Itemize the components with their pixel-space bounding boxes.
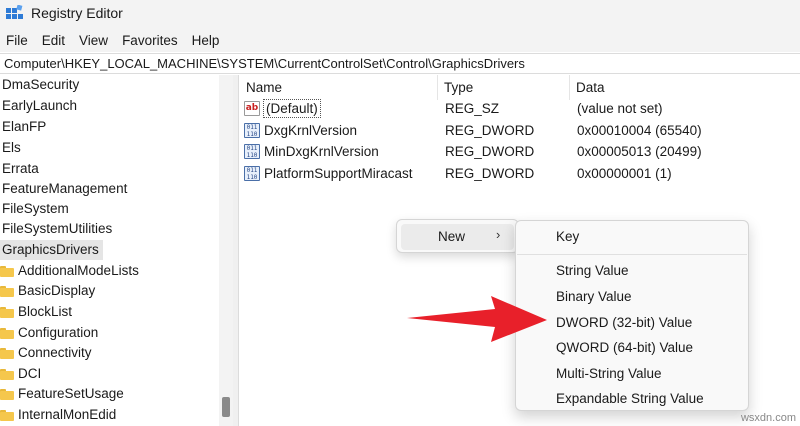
tree-item[interactable]: DmaSecurity [0,75,79,95]
tree-child-label: InternalMonEdid [18,407,117,422]
menu-view[interactable]: View [79,33,116,48]
address-bar[interactable]: Computer\HKEY_LOCAL_MACHINE\SYSTEM\Curre… [0,53,800,74]
tree-item-selected[interactable]: GraphicsDrivers [0,240,103,260]
value-name: DxgKrnlVersion [264,123,358,138]
value-row[interactable]: 011 110 DxgKrnlVersion REG_DWORD 0x00010… [240,120,800,141]
value-name: PlatformSupportMiracast [264,166,413,181]
folder-icon [0,389,14,400]
menu-bar: File Edit View Favorites Help [0,28,800,52]
submenu-item-expandable-string-value[interactable]: Expandable String Value [556,391,704,406]
tree-item[interactable]: FileSystemUtilities [0,219,112,239]
tree-item[interactable]: ElanFP [0,117,46,137]
submenu-item-binary-value[interactable]: Binary Value [556,289,632,304]
tree-item[interactable]: FeatureManagement [0,179,127,199]
folder-icon [0,266,14,277]
tree-child-label: Configuration [18,325,99,340]
tree-child-item[interactable]: BlockList [0,302,72,322]
tree-child-item[interactable]: FeatureSetUsage [0,384,124,404]
value-row[interactable]: ab (Default) REG_SZ (value not set) [240,98,800,119]
tree-child-item[interactable]: BasicDisplay [0,281,95,301]
annotation-arrow-icon [407,296,547,342]
context-menu-new[interactable]: New › [401,224,514,250]
value-data: 0x00010004 (65540) [577,123,702,138]
folder-icon [0,286,14,297]
tree-item[interactable]: EarlyLaunch [0,96,77,116]
chevron-right-icon: › [496,227,501,242]
tree-child-item[interactable]: Connectivity [0,343,92,363]
folder-icon [0,410,14,421]
dword-value-icon: 011 110 [244,144,260,159]
column-header-name[interactable]: Name [240,75,438,100]
tree-scrollbar[interactable] [219,75,233,426]
submenu-separator [517,254,747,255]
context-menu: New › [396,219,519,253]
tree-child-item[interactable]: AdditionalModeLists [0,261,139,281]
tree-child-item[interactable]: InternalMonEdid [0,405,116,425]
tree-child-label: Connectivity [18,345,92,360]
value-row[interactable]: 011 110 MinDxgKrnlVersion REG_DWORD 0x00… [240,141,800,162]
context-menu-new-label: New [438,229,466,244]
pane-splitter[interactable] [233,75,239,426]
dword-value-icon: 011 110 [244,123,260,138]
watermark: wsxdn.com [740,412,796,424]
value-data: 0x00000001 (1) [577,166,672,181]
string-value-icon: ab [244,101,260,116]
tree-child-label: FeatureSetUsage [18,386,124,401]
submenu-item-multi-string-value[interactable]: Multi-String Value [556,366,662,381]
value-type: REG_SZ [445,101,500,116]
value-data: (value not set) [577,101,663,116]
folder-icon [0,307,14,318]
column-header-type[interactable]: Type [438,75,570,100]
folder-icon [0,328,14,339]
tree-child-label: DCI [18,366,42,381]
submenu-item-dword-value[interactable]: DWORD (32-bit) Value [556,315,692,330]
value-data: 0x00005013 (20499) [577,144,702,159]
title-bar: Registry Editor [0,0,800,28]
tree-item[interactable]: Errata [0,159,39,179]
window-title: Registry Editor [31,5,123,21]
tree-child-item[interactable]: Configuration [0,323,98,343]
submenu-item-string-value[interactable]: String Value [556,263,629,278]
key-tree: DmaSecurity EarlyLaunch ElanFP Els Errat… [0,75,218,426]
tree-child-label: BlockList [18,304,73,319]
folder-icon [0,348,14,359]
value-type: REG_DWORD [445,166,535,181]
tree-item[interactable]: Els [0,138,21,158]
submenu-item-key[interactable]: Key [556,229,579,244]
menu-edit[interactable]: Edit [42,33,73,48]
new-submenu: Key String Value Binary Value DWORD (32-… [515,220,749,411]
registry-editor-icon [6,5,23,19]
tree-item[interactable]: FileSystem [0,199,69,219]
menu-favorites[interactable]: Favorites [122,33,186,48]
tree-child-item[interactable]: DCI [0,364,41,384]
value-type: REG_DWORD [445,144,535,159]
dword-value-icon: 011 110 [244,166,260,181]
column-header-data[interactable]: Data [570,75,800,100]
tree-child-label: AdditionalModeLists [18,263,139,278]
value-type: REG_DWORD [445,123,535,138]
submenu-item-qword-value[interactable]: QWORD (64-bit) Value [556,340,693,355]
value-name: (Default) [263,99,321,118]
tree-scrollbar-thumb[interactable] [222,397,230,417]
menu-file[interactable]: File [6,33,36,48]
value-row[interactable]: 011 110 PlatformSupportMiracast REG_DWOR… [240,163,800,184]
menu-help[interactable]: Help [192,33,228,48]
tree-child-label: BasicDisplay [18,283,96,298]
value-name: MinDxgKrnlVersion [264,144,379,159]
folder-icon [0,369,14,380]
